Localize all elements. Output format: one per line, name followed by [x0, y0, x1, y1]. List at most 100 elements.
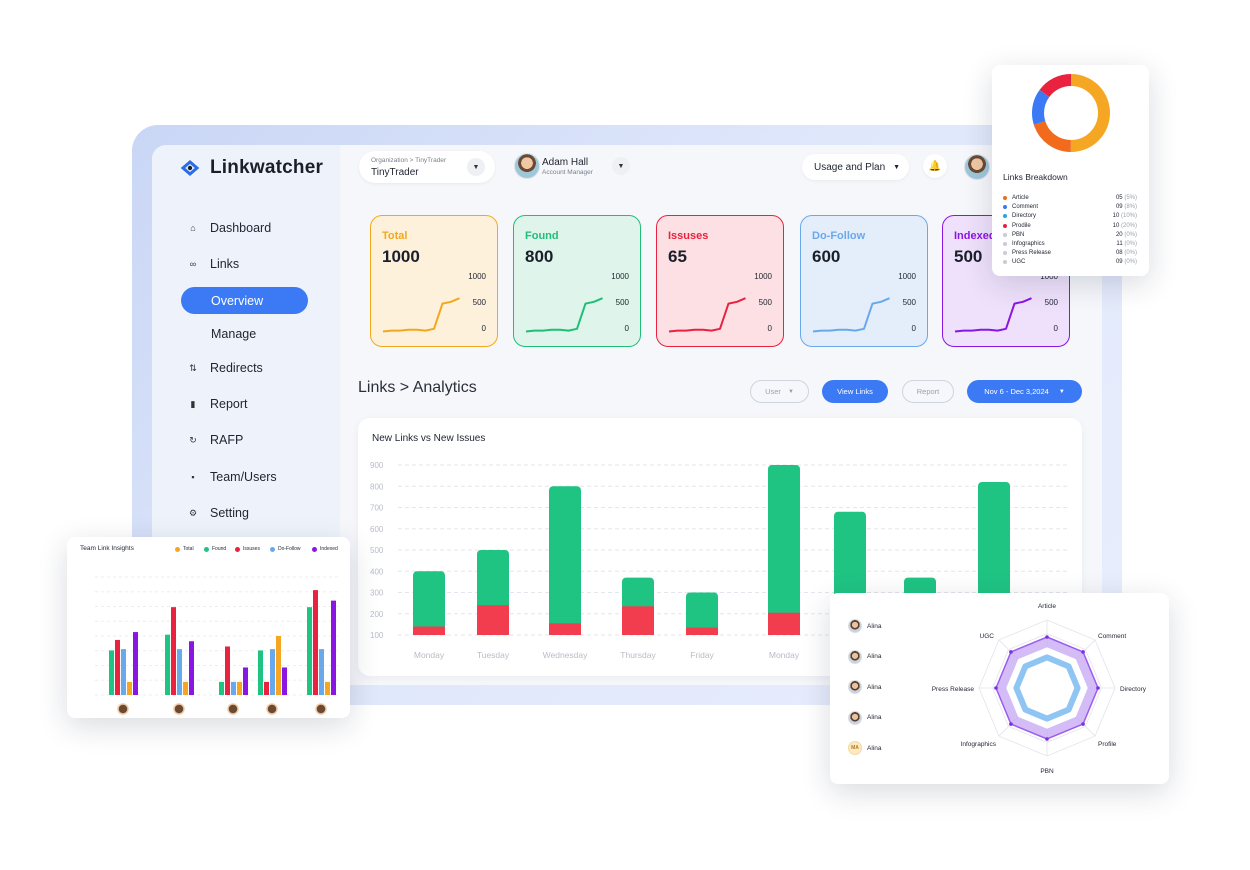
stat-label: Found	[525, 230, 559, 242]
radar-axis-label: Infographics	[961, 741, 997, 748]
radar-point	[1009, 650, 1013, 654]
sidebar-item-report[interactable]: ▮ Report	[188, 397, 248, 411]
stat-axis-tick: 1000	[468, 272, 486, 281]
y-tick-label: 200	[370, 610, 384, 619]
bar-issues	[622, 606, 654, 635]
stat-label: Total	[382, 230, 408, 242]
breakdown-row: Comment 09 (8%)	[1003, 204, 1137, 210]
user-filter-label: User	[765, 387, 781, 396]
date-range-picker[interactable]: Nov 6 - Dec 3,2024 ▼	[967, 380, 1082, 403]
insight-bar	[133, 632, 138, 695]
x-tick-label: Wednesday	[543, 650, 588, 660]
radar-card: Alina Alina Alina Alina MA Alina Article Comme…	[830, 593, 1169, 784]
donut-chart	[1032, 74, 1110, 152]
x-tick-label: Thursday	[620, 650, 656, 660]
stat-axis-tick: 0	[481, 324, 486, 333]
radar-axis-label: Article	[1038, 603, 1056, 610]
document-icon: ▮	[190, 398, 196, 409]
date-range-label: Nov 6 - Dec 3,2024	[984, 387, 1049, 396]
usage-and-plan-button[interactable]: Usage and Plan ▼	[802, 154, 909, 180]
team-link-insights-card: Team Link Insights Total Found Issuses Do-F…	[67, 537, 350, 718]
sidebar-item-label: Team/Users	[210, 470, 277, 484]
stat-value: 1000	[382, 247, 420, 266]
sidebar-item-setting[interactable]: ⚙ Setting	[188, 506, 249, 520]
report-button[interactable]: Report	[902, 380, 954, 403]
sidebar-item-redirects[interactable]: ⇅ Redirects	[188, 361, 263, 375]
report-label: Report	[916, 387, 940, 396]
bar-issues	[477, 605, 509, 635]
insight-bar	[307, 607, 312, 695]
sidebar-subitem-manage[interactable]: Manage	[181, 320, 308, 347]
radar-axis-label: Profile	[1098, 741, 1117, 748]
bell-icon[interactable]: 🔔	[923, 154, 947, 178]
sidebar-subitem-overview[interactable]: Overview	[181, 287, 308, 314]
view-links-button[interactable]: View Links	[822, 380, 888, 403]
breakdown-name: Directory	[1012, 213, 1037, 220]
breakdown-row: Press Release 08 (0%)	[1003, 250, 1137, 256]
radar-point	[1081, 722, 1085, 726]
sidebar-subitem-label: Overview	[211, 293, 264, 308]
stat-axis-tick: 0	[767, 324, 772, 333]
stat-card-do-follow[interactable]: Do-Follow 600 1000 500 0	[800, 215, 928, 347]
y-tick-label: 100	[370, 631, 384, 640]
insight-bar	[313, 590, 318, 695]
radar-axis-label: Press Release	[932, 686, 975, 693]
avatar	[514, 153, 540, 179]
y-tick-label: 600	[370, 525, 384, 534]
breakdown-percent: (8%)	[1122, 204, 1137, 211]
sidebar-item-label: Dashboard	[210, 221, 272, 235]
logo-icon	[180, 160, 200, 176]
avatar-icon	[266, 703, 278, 715]
avatar-icon	[173, 703, 185, 715]
stat-card-total[interactable]: Total 1000 1000 500 0	[370, 215, 498, 347]
insight-bar	[165, 634, 170, 695]
stat-label: Issuses	[668, 230, 709, 242]
user-filter-dropdown[interactable]: User ▼	[750, 380, 809, 403]
sidebar-subitem-label: Manage	[211, 326, 257, 341]
profile-avatar[interactable]	[964, 154, 990, 180]
legend-dot	[1003, 260, 1007, 265]
links-breakdown-card: Links Breakdown Article 05 (5%) Comment 09 …	[992, 65, 1149, 276]
stat-axis-tick: 1000	[754, 272, 772, 281]
sidebar-item-label: Setting	[210, 506, 249, 520]
breakdown-name: UGC	[1012, 259, 1026, 266]
stat-axis-tick: 1000	[611, 272, 629, 281]
sparkline-line	[812, 297, 890, 333]
stat-value: 500	[954, 247, 983, 266]
sidebar-item-rafp[interactable]: ↻ RAFP	[188, 433, 243, 447]
bar-issues	[768, 612, 800, 635]
breakdown-percent: (10%)	[1119, 213, 1137, 220]
avatar-icon	[227, 703, 239, 715]
insight-bar	[325, 681, 330, 695]
sidebar-item-team-users[interactable]: ▪ Team/Users	[188, 470, 277, 484]
org-name: TinyTrader	[371, 167, 419, 178]
y-tick-label: 500	[370, 546, 384, 555]
sparkline	[382, 297, 460, 333]
bar-links	[768, 465, 800, 635]
sparkline	[954, 297, 1032, 333]
sidebar-item-dashboard[interactable]: ⌂ Dashboard	[188, 221, 271, 235]
users-icon: ▪	[191, 472, 195, 482]
stat-card-found[interactable]: Found 800 1000 500 0	[513, 215, 641, 347]
page-title: Links > Analytics	[358, 379, 477, 396]
sidebar-item-links[interactable]: ∞ Links	[188, 257, 239, 271]
sparkline-line	[954, 297, 1032, 333]
stat-label: Indexed	[954, 230, 996, 242]
breakdown-value: 05	[1115, 195, 1123, 201]
x-tick-label: Friday	[690, 650, 714, 660]
legend-dot	[1003, 242, 1007, 246]
insight-bar	[243, 667, 248, 695]
stat-card-issuses[interactable]: Issuses 65 1000 500 0	[656, 215, 784, 347]
radar-axis-label: Comment	[1098, 633, 1126, 640]
chevron-down-icon[interactable]: ▼	[467, 158, 485, 176]
breakdown-percent: (5%)	[1122, 195, 1137, 201]
organization-select[interactable]: Organization > TinyTrader TinyTrader ▼	[359, 151, 495, 183]
app-logo[interactable]: Linkwatcher	[180, 157, 323, 179]
insight-bar	[219, 681, 224, 695]
insight-bar	[264, 681, 269, 695]
breakdown-row: Prodile 10 (20%)	[1003, 223, 1137, 229]
y-tick-label: 700	[370, 504, 384, 513]
gear-icon: ⚙	[188, 507, 198, 518]
legend-dot	[1003, 232, 1007, 237]
chevron-down-icon[interactable]: ▼	[612, 157, 630, 175]
